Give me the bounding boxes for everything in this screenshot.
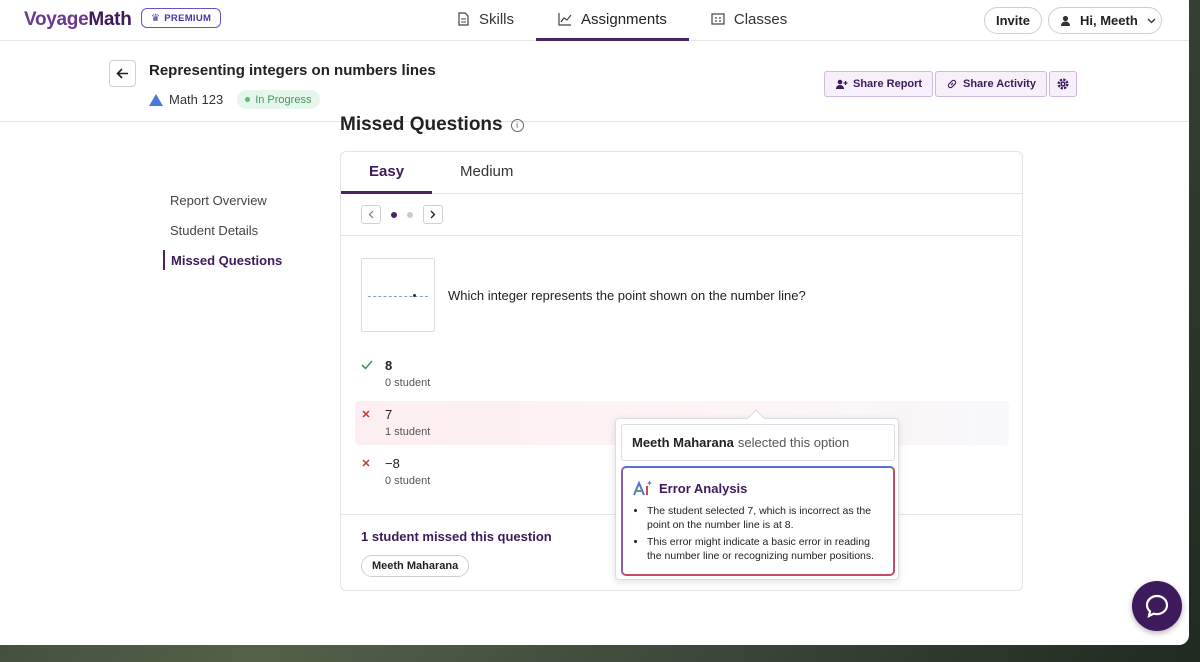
student-chip[interactable]: Meeth Maharana [361, 555, 470, 577]
main-nav: Skills Assignments Classes [434, 0, 809, 41]
share-report-button[interactable]: Share Report [824, 71, 934, 97]
status-badge: In Progress [237, 90, 321, 109]
voyagemath-logo[interactable]: VoyageMath [24, 9, 132, 31]
sidebar-item-missed-questions[interactable]: Missed Questions [163, 250, 282, 270]
tab-easy[interactable]: Easy [341, 152, 433, 194]
section-title: Missed Questions i [340, 114, 524, 136]
analysis-list: The student selected 7, which is incorre… [633, 504, 881, 563]
ai-sparkle-icon [633, 480, 652, 496]
question-pager [341, 194, 1022, 236]
next-question-button[interactable] [423, 205, 443, 224]
chevron-down-icon [1147, 18, 1156, 23]
settings-button[interactable] [1049, 71, 1077, 97]
chat-launcher-button[interactable] [1132, 581, 1182, 631]
missed-summary: 1 student missed this question [361, 529, 552, 544]
report-sidebar: Report Overview Student Details Missed Q… [163, 190, 282, 280]
pager-dot-1[interactable] [391, 211, 397, 218]
user-icon [1061, 15, 1070, 26]
error-analysis-box: Error Analysis The student selected 7, w… [621, 466, 895, 576]
invite-button[interactable]: Invite [984, 7, 1042, 34]
option-value: −8 [385, 456, 400, 471]
course-info: Math 123 In Progress [149, 90, 321, 109]
document-icon [458, 12, 469, 26]
course-name: Math 123 [169, 92, 224, 107]
error-analysis-title: Error Analysis [633, 480, 881, 496]
student-name: Meeth Maharana [632, 435, 734, 450]
option-count: 1 student [385, 426, 431, 438]
share-activity-button[interactable]: Share Activity [935, 71, 1047, 97]
assignment-title: Representing integers on numbers lines [149, 62, 436, 79]
nav-tab-skills[interactable]: Skills [434, 0, 536, 41]
tab-medium[interactable]: Medium [432, 152, 541, 194]
chevron-right-icon [430, 210, 436, 219]
chat-bubble-icon [1145, 594, 1169, 619]
difficulty-tabs: Easy Medium [341, 152, 1022, 194]
chart-line-icon [558, 13, 572, 26]
number-line [368, 296, 428, 297]
chevron-left-icon [368, 210, 374, 219]
option-value: 8 [385, 358, 393, 373]
option-count: 0 student [385, 377, 431, 389]
info-icon[interactable]: i [510, 118, 524, 132]
nav-tab-classes[interactable]: Classes [689, 0, 809, 41]
check-icon [361, 360, 373, 370]
question-thumbnail[interactable] [361, 258, 435, 332]
link-icon [947, 79, 957, 89]
pager-dot-2[interactable] [407, 211, 413, 218]
nav-tab-assignments[interactable]: Assignments [536, 0, 689, 41]
course-triangle-icon [149, 93, 163, 106]
cross-icon [362, 459, 370, 467]
arrow-left-icon [116, 68, 128, 79]
selected-by-row: Meeth Maharana selected this option [621, 424, 895, 461]
answer-option-correct[interactable]: 8 0 student [355, 352, 1009, 396]
user-plus-icon [836, 79, 848, 89]
status-dot [245, 97, 251, 102]
option-count: 0 student [385, 475, 431, 487]
option-value: 7 [385, 407, 393, 422]
cross-icon [362, 410, 370, 418]
back-button[interactable] [109, 60, 136, 87]
top-bar: VoyageMath ♛ PREMIUM Skills Assignments … [0, 0, 1189, 41]
analysis-point: This error might indicate a basic error … [647, 535, 881, 563]
premium-badge: ♛ PREMIUM [141, 8, 222, 28]
error-analysis-popover: Meeth Maharana selected this option Erro… [615, 409, 899, 580]
number-line-point [413, 294, 416, 297]
prev-question-button[interactable] [361, 205, 381, 224]
question-text: Which integer represents the point shown… [448, 288, 806, 303]
classroom-icon [711, 13, 725, 25]
crown-icon: ♛ [151, 12, 161, 24]
sidebar-item-report-overview[interactable]: Report Overview [163, 190, 282, 210]
gear-icon [1057, 78, 1069, 90]
app-window: VoyageMath ♛ PREMIUM Skills Assignments … [0, 0, 1189, 645]
user-menu-button[interactable]: Hi, Meeth [1048, 7, 1162, 34]
analysis-point: The student selected 7, which is incorre… [647, 504, 881, 532]
sidebar-item-student-details[interactable]: Student Details [163, 220, 282, 240]
